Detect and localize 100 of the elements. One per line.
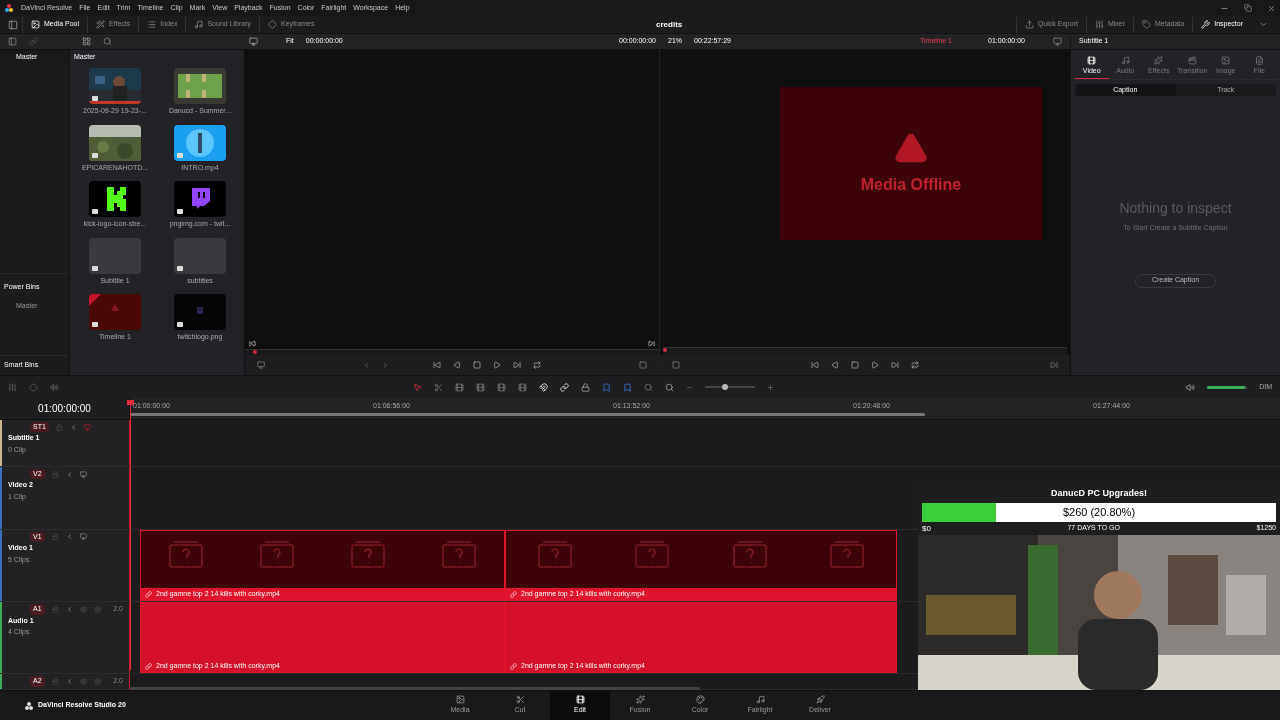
play-icon[interactable] <box>493 361 501 369</box>
auto-select-icon[interactable] <box>65 470 73 478</box>
clip-type-icon <box>92 322 98 327</box>
stop-icon[interactable] <box>473 361 481 369</box>
next-icon[interactable] <box>513 361 521 369</box>
blade-icon[interactable] <box>434 382 443 392</box>
volume-slider-fill[interactable] <box>1207 385 1246 389</box>
tab-icon <box>96 20 106 29</box>
tab-icon <box>31 20 40 29</box>
viewer-options-icon[interactable] <box>257 361 265 369</box>
viewer-mode-icon[interactable] <box>1053 37 1062 46</box>
volume-icon[interactable] <box>1186 382 1196 392</box>
empty-title: Nothing to inspect <box>1119 199 1232 218</box>
reverse-play-icon[interactable] <box>453 361 461 369</box>
link-icon <box>145 662 152 670</box>
in-point-icon[interactable] <box>639 361 647 369</box>
marker-icon[interactable] <box>623 382 632 392</box>
page-icon <box>635 695 645 705</box>
link-icon <box>510 590 517 598</box>
tab-icon <box>268 20 278 29</box>
page-icon <box>455 695 465 705</box>
pointer-icon[interactable] <box>413 382 422 392</box>
tab-icon <box>1120 55 1130 65</box>
previous-icon[interactable] <box>433 361 441 369</box>
clip-type-icon <box>177 152 183 158</box>
tab-icon <box>1201 20 1211 29</box>
timeline-scrollbar[interactable] <box>130 687 700 690</box>
project-title: credits <box>656 18 683 31</box>
stop-icon[interactable] <box>851 361 859 369</box>
clip-type-icon <box>177 265 183 271</box>
tab-icon <box>1154 55 1164 65</box>
safe-area-icon[interactable] <box>672 361 680 369</box>
panel-toggle-icon[interactable] <box>8 19 18 30</box>
auto-select-icon[interactable] <box>69 423 77 431</box>
track-toggle-icon[interactable] <box>79 533 87 541</box>
jog-left-icon[interactable] <box>363 361 370 369</box>
caption-toggle-icon[interactable] <box>83 423 91 431</box>
auto-select-icon[interactable] <box>65 677 73 685</box>
voiceover-icon[interactable] <box>50 382 59 392</box>
tab-icon <box>1024 20 1034 29</box>
reverse-play-icon[interactable] <box>831 361 839 369</box>
empty-thumbnail <box>174 237 226 274</box>
loop-icon[interactable] <box>533 361 541 369</box>
loop-icon[interactable] <box>911 361 919 369</box>
snapping-icon[interactable] <box>539 382 548 392</box>
page-icon <box>575 695 585 705</box>
goal-start: $0 <box>922 522 931 535</box>
tab-icon <box>1094 20 1104 29</box>
tab-icon <box>1187 55 1197 65</box>
bin-list-icon[interactable] <box>8 37 17 46</box>
tab-icon <box>1254 55 1264 65</box>
auto-select-icon[interactable] <box>65 533 73 541</box>
link-icon <box>145 590 152 598</box>
timeline-view-icon[interactable] <box>8 382 17 392</box>
next-icon[interactable] <box>891 361 899 369</box>
clip-type-icon <box>177 322 183 327</box>
offline-message: Media Offline <box>860 174 962 195</box>
tab-icon <box>1087 55 1097 65</box>
tab-icon <box>147 20 157 29</box>
play-icon[interactable] <box>871 361 879 369</box>
zoom-in-icon[interactable] <box>767 383 774 391</box>
clip-type-icon <box>92 209 98 214</box>
tab-icon <box>1221 55 1231 65</box>
zoom-detail-icon[interactable] <box>665 382 674 392</box>
clip-type-icon <box>177 209 183 214</box>
page-icon <box>695 695 705 705</box>
page-icon <box>815 695 825 705</box>
zoom-full-icon[interactable] <box>644 382 653 392</box>
previous-icon[interactable] <box>811 361 819 369</box>
link-icon <box>510 662 517 670</box>
clip-type-icon <box>92 265 98 271</box>
clip-type-icon <box>92 96 98 101</box>
clip-type-icon <box>92 152 98 158</box>
zoom-slider-thumb[interactable] <box>722 384 728 390</box>
end-marker-icon <box>648 339 655 347</box>
goal-amount: $260 (20.80%) <box>1062 504 1136 520</box>
goal-title: DanucD PC Upgrades! <box>1050 487 1148 500</box>
app-logo-icon <box>24 700 34 711</box>
end-icon[interactable] <box>1050 361 1058 369</box>
tab-icon <box>194 20 204 29</box>
linked-selection-icon[interactable] <box>560 382 569 392</box>
viewer-mode-icon[interactable] <box>249 37 258 46</box>
close-icon[interactable] <box>1267 3 1276 13</box>
expand-icon[interactable] <box>1259 20 1268 29</box>
page-icon <box>515 695 525 705</box>
grid-view-icon[interactable] <box>82 37 91 46</box>
tab-icon <box>1142 20 1151 29</box>
track-toggle-icon[interactable] <box>79 470 87 478</box>
position-lock-icon[interactable] <box>581 382 590 392</box>
empty-thumbnail <box>89 237 141 274</box>
timeline-timecode: 01:00:00:00 <box>38 401 91 416</box>
auto-select-icon[interactable] <box>65 606 73 614</box>
restore-icon[interactable] <box>1244 4 1252 12</box>
flag-icon[interactable] <box>602 382 611 392</box>
app-logo-icon <box>4 3 14 13</box>
search-icon[interactable] <box>103 37 112 46</box>
jog-right-icon[interactable] <box>382 361 389 369</box>
page-icon <box>755 695 765 705</box>
start-marker-icon <box>249 339 256 347</box>
keyframe-icon[interactable] <box>29 382 38 392</box>
